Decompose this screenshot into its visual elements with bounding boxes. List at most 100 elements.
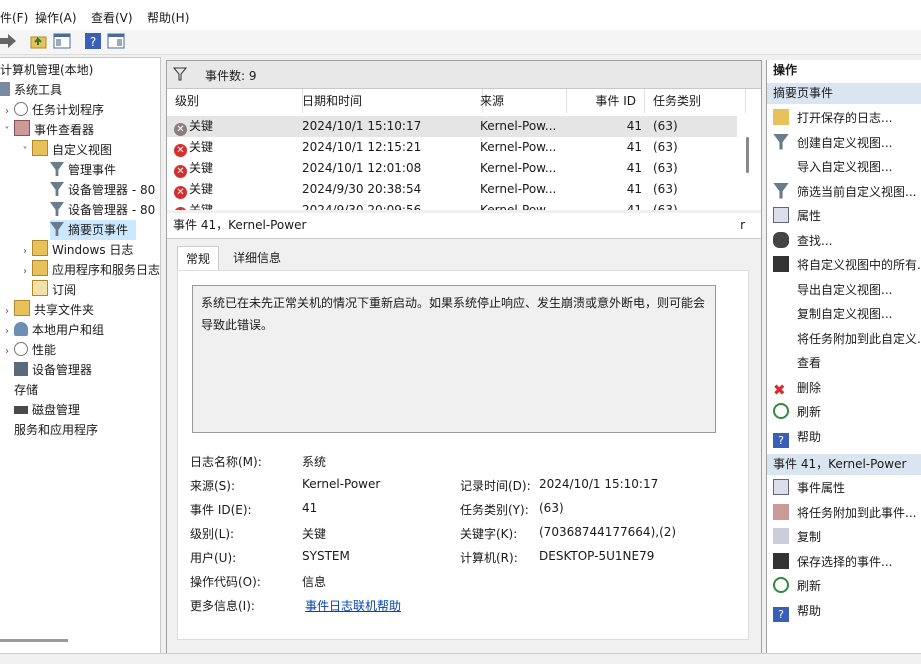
action-delete[interactable]: ✖ 删除 bbox=[767, 377, 921, 399]
tab-details[interactable]: 详细信息 bbox=[225, 246, 289, 270]
action-label: 复制 bbox=[797, 530, 822, 544]
expand-icon[interactable]: › bbox=[18, 262, 32, 282]
tree-item-app-service-logs[interactable]: › 应用程序和服务日志 bbox=[18, 260, 160, 280]
source-value: Kernel-Power bbox=[302, 477, 381, 491]
close-detail-button[interactable]: r bbox=[740, 213, 745, 238]
table-row[interactable]: ✕ 关键 2024/10/1 12:01:08 Kernel-Pow... 41 … bbox=[167, 158, 737, 179]
logged-value: 2024/10/1 15:10:17 bbox=[539, 477, 659, 491]
toolbar: ? bbox=[0, 30, 921, 55]
action-import-custom-view[interactable]: 导入自定义视图... bbox=[767, 156, 921, 178]
tree-item-storage[interactable]: 存储 bbox=[0, 380, 38, 400]
collapse-icon[interactable]: ˅ bbox=[18, 142, 32, 162]
event-viewer-icon bbox=[14, 120, 30, 136]
help-icon[interactable]: ? bbox=[84, 32, 102, 50]
column-header-source[interactable]: 来源 bbox=[474, 89, 567, 113]
column-header-datetime[interactable]: 日期和时间 bbox=[294, 89, 483, 113]
action-help[interactable]: ? 帮助 bbox=[767, 426, 921, 448]
menu-view[interactable]: 查看(V) bbox=[91, 9, 133, 26]
actions-section-summary-events[interactable]: 摘要页事件 bbox=[767, 83, 921, 104]
expand-icon[interactable]: › bbox=[0, 322, 14, 342]
filter-icon bbox=[50, 202, 64, 216]
action-label: 打开保存的日志... bbox=[797, 111, 893, 125]
column-header-event-id[interactable]: 事件 ID bbox=[560, 89, 645, 113]
action-attach-task-to-view[interactable]: 将任务附加到此自定义... bbox=[767, 328, 921, 350]
filter-icon bbox=[773, 133, 789, 150]
tree-item-system-tools[interactable]: 系统工具 bbox=[0, 80, 62, 100]
menu-file[interactable]: 件(F) bbox=[0, 9, 28, 26]
critical-icon: ✕ bbox=[174, 186, 187, 199]
show-hide-console-tree-icon[interactable] bbox=[53, 32, 71, 50]
menu-help[interactable]: 帮助(H) bbox=[147, 9, 189, 26]
tree-item-custom-views[interactable]: ˅ 自定义视图 bbox=[18, 140, 112, 160]
action-help[interactable]: ? 帮助 bbox=[767, 600, 921, 622]
action-copy-custom-view[interactable]: 复制自定义视图... bbox=[767, 303, 921, 325]
collapse-icon[interactable]: ˅ bbox=[0, 122, 14, 142]
actions-section-event[interactable]: 事件 41，Kernel-Power bbox=[767, 454, 921, 475]
table-row[interactable]: ✕关键 2024/9/30 20:09:56 Kernel-Pow... 41 … bbox=[167, 200, 737, 210]
tree-item-services-apps[interactable]: 服务和应用程序 bbox=[0, 420, 98, 440]
action-export-custom-view[interactable]: 导出自定义视图... bbox=[767, 279, 921, 301]
tree-item-device-manager-2[interactable]: 设备管理器 - 80 bbox=[50, 200, 155, 220]
tree-item-performance[interactable]: › 性能 bbox=[0, 340, 56, 360]
action-save-selected-events[interactable]: 保存选择的事件... bbox=[767, 551, 921, 573]
tree-item-local-users[interactable]: › 本地用户和组 bbox=[0, 320, 104, 340]
action-attach-task-to-event[interactable]: 将任务附加到此事件... bbox=[767, 502, 921, 524]
column-header-task-category[interactable]: 任务类别 bbox=[645, 89, 746, 113]
forward-arrow-icon[interactable] bbox=[0, 32, 18, 50]
table-row[interactable]: ✕ 关键 2024/10/1 12:15:21 Kernel-Pow... 41 … bbox=[167, 137, 737, 158]
action-refresh[interactable]: 刷新 bbox=[767, 401, 921, 423]
blank-icon bbox=[773, 330, 789, 346]
event-detail-pane: 事件 41，Kernel-Power r 常规 详细信息 系统已在未先正常关机的… bbox=[167, 213, 761, 654]
table-row[interactable]: ✕ 关键 2024/10/1 15:10:17 Kernel-Pow... 41 … bbox=[167, 116, 737, 137]
performance-icon bbox=[14, 342, 28, 356]
expand-icon[interactable]: › bbox=[0, 102, 14, 122]
action-open-saved-log[interactable]: 打开保存的日志... bbox=[767, 107, 921, 129]
tree-item-shared-folders[interactable]: › 共享文件夹 bbox=[0, 300, 94, 320]
menu-bar: 件(F) 操作(A) 查看(V) 帮助(H) bbox=[0, 0, 921, 30]
show-action-pane-icon[interactable] bbox=[107, 32, 125, 50]
horizontal-scrollbar[interactable] bbox=[0, 639, 68, 642]
action-create-custom-view[interactable]: 创建自定义视图... bbox=[767, 132, 921, 154]
action-view[interactable]: 查看 bbox=[767, 352, 921, 374]
events-table: 级别 日期和时间 来源 事件 ID 任务类别 ✕ 关键 2024/10/1 15:… bbox=[167, 89, 761, 210]
tree-item-disk-management[interactable]: 磁盘管理 bbox=[14, 400, 80, 420]
tree-item-event-viewer[interactable]: ˅ 事件查看器 bbox=[0, 120, 94, 140]
expand-icon[interactable]: › bbox=[0, 342, 14, 362]
column-header-level[interactable]: 级别 bbox=[167, 89, 303, 113]
action-save-all-events[interactable]: 将自定义视图中的所有... bbox=[767, 254, 921, 276]
expand-icon[interactable]: › bbox=[0, 302, 14, 322]
expand-icon[interactable]: › bbox=[18, 242, 32, 262]
action-label: 刷新 bbox=[797, 579, 822, 593]
action-refresh[interactable]: 刷新 bbox=[767, 575, 921, 597]
menu-action[interactable]: 操作(A) bbox=[35, 9, 77, 26]
table-scrollbar[interactable] bbox=[746, 137, 749, 173]
tree-item-device-manager-1[interactable]: 设备管理器 - 80 bbox=[50, 180, 155, 200]
tree-item-subscriptions[interactable]: 订阅 bbox=[32, 280, 76, 300]
action-filter-current-view[interactable]: 筛选当前自定义视图... bbox=[767, 181, 921, 203]
action-find[interactable]: 查找... bbox=[767, 230, 921, 252]
tree-item-summary-events[interactable]: 摘要页事件 bbox=[50, 220, 136, 240]
tree-item-admin-events[interactable]: 管理事件 bbox=[50, 160, 116, 180]
table-row[interactable]: ✕ 关键 2024/9/30 20:38:54 Kernel-Pow... 41 … bbox=[167, 179, 737, 200]
tree-item-task-scheduler[interactable]: › 任务计划程序 bbox=[0, 100, 104, 120]
log-name-value: 系统 bbox=[302, 455, 327, 469]
critical-icon: ✕ bbox=[174, 123, 187, 136]
action-label: 保存选择的事件... bbox=[797, 554, 893, 569]
device-manager-icon bbox=[14, 362, 28, 376]
action-label: 导出自定义视图... bbox=[797, 282, 893, 297]
open-folder-icon bbox=[773, 109, 789, 125]
tab-general[interactable]: 常规 bbox=[177, 246, 220, 271]
action-label: 将任务附加到此事件... bbox=[797, 505, 917, 520]
more-info-link[interactable]: 事件日志联机帮助 bbox=[305, 597, 401, 614]
action-properties[interactable]: 属性 bbox=[767, 205, 921, 227]
tree-item-windows-logs[interactable]: › Windows 日志 bbox=[18, 240, 133, 260]
tree-item-device-manager[interactable]: 设备管理器 bbox=[14, 360, 92, 380]
actions-pane: 操作 摘要页事件 事件 41，Kernel-Power 打开保存的日志... 创建… bbox=[766, 60, 921, 653]
action-copy[interactable]: 复制 bbox=[767, 526, 921, 548]
svg-text:?: ? bbox=[90, 35, 96, 49]
keywords-value: (70368744177664),(2) bbox=[539, 525, 677, 539]
action-event-properties[interactable]: 事件属性 bbox=[767, 477, 921, 499]
tree-item-computer-management[interactable]: 计算机管理(本地) bbox=[0, 60, 93, 80]
up-folder-icon[interactable] bbox=[30, 32, 48, 50]
properties-icon bbox=[773, 207, 789, 223]
